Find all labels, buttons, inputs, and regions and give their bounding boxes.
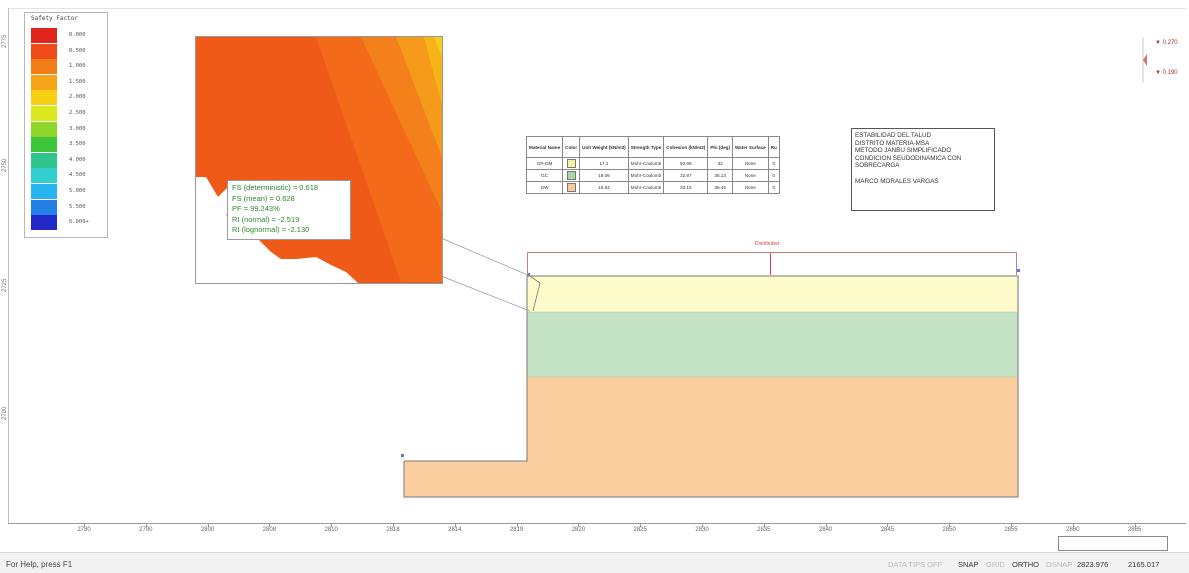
table-header: Color [562, 136, 581, 158]
vertex-marker [1017, 269, 1020, 272]
seismic-load-widget: ▼ 0.270 ▼ 0.190 [1139, 36, 1185, 86]
status-help-text: For Help, press F1 [6, 560, 73, 569]
scale-top-value: 0.270 [1162, 40, 1178, 46]
fs-result-line: FS (mean) = 0.628 [232, 193, 295, 203]
table-cell-strength: Mohr-Coulomb [627, 181, 665, 194]
info-line: SOBRECARGA [855, 162, 900, 170]
table-cell-unit-weight: 19.64 [579, 181, 629, 194]
status-item-2823-976[interactable]: 2823.976 [1077, 560, 1108, 569]
material-swatch [566, 183, 576, 192]
table-header: Ru [767, 136, 780, 158]
zoom-connector-top [440, 237, 531, 277]
table-header: Phi (deg) [707, 136, 733, 158]
scale-bottom-value: 0.190 [1162, 70, 1178, 76]
material-color-cell [562, 181, 581, 194]
materials-table: Material Name Color Unit Weight (kN/m3) Str… [525, 136, 780, 194]
table-cell-strength: Mohr-Coulomb [627, 157, 665, 170]
safety-factor-contour-inset[interactable] [195, 36, 443, 284]
table-cell-phi: 36.45 [707, 181, 733, 194]
table-cell-cohesion: 50.99 [663, 157, 709, 170]
table-cell-ru: 0 [767, 157, 780, 170]
status-item-snap[interactable]: SNAP [958, 560, 978, 569]
table-row: GC 19.06 Mohr-Coulomb 32.97 38.13 None 0 [525, 169, 780, 182]
table-cell-ru: 0 [767, 181, 780, 194]
material-color-cell [562, 169, 581, 182]
distributed-load[interactable] [527, 252, 1017, 275]
table-cell-name: GP-GM [525, 157, 564, 170]
table-cell-strength: Mohr-Coulomb [627, 169, 665, 182]
load-label: Distributed [755, 241, 779, 247]
info-line: DISTRITO MATERIA-MSA [855, 139, 930, 147]
model-canvas[interactable]: 2780 2790 2800 2808 2810 2818 2814 2819 2820 2825… [0, 0, 1189, 551]
vertex-marker [401, 454, 404, 457]
info-line: METODO JANBU SIMPLIFICADO [855, 147, 952, 155]
table-cell-water: None [731, 157, 769, 170]
table-header: Material Name [525, 136, 564, 158]
material-swatch [566, 159, 576, 168]
fs-result-line: RI (normal) = -2.519 [232, 214, 300, 224]
table-cell-phi: 32 [707, 157, 733, 170]
status-item-ortho[interactable]: ORTHO [1012, 560, 1039, 569]
table-cell-name: GW [525, 181, 564, 194]
material-swatch [566, 171, 576, 180]
fs-result-line: RI (lognormal) = -2.130 [232, 225, 310, 234]
table-cell-unit-weight: 17.1 [579, 157, 629, 170]
layer-gc [527, 312, 1018, 377]
info-line: ESTABILIDAD DEL TALUD [855, 132, 932, 139]
table-cell-cohesion: 30.15 [663, 181, 709, 194]
project-info-box: ESTABILIDAD DEL TALUD DISTRITO MATERIA-MS… [851, 128, 995, 211]
table-cell-ru: 0 [767, 169, 780, 182]
fs-result-line: FS (deterministic) = 0.618 [232, 183, 319, 192]
table-header: Water Surface [731, 136, 769, 158]
info-line: MARCO MORALES VARGAS [855, 177, 939, 185]
material-color-cell [562, 157, 581, 170]
table-cell-cohesion: 32.97 [663, 169, 709, 182]
status-bar: For Help, press F1 DATA TIPS OFF SNAP GRID… [0, 552, 1189, 573]
table-cell-unit-weight: 19.06 [579, 169, 629, 182]
layer-gw [404, 377, 1018, 497]
load-arrow [770, 253, 771, 275]
layer-gp-gm [527, 276, 1018, 312]
info-line [855, 170, 991, 178]
status-item-2165-017[interactable]: 2165.017 [1128, 560, 1159, 569]
table-row: GW 19.64 Mohr-Coulomb 30.15 36.45 None 0 [525, 181, 780, 194]
zoom-connector-bottom [440, 275, 531, 312]
table-cell-phi: 38.13 [707, 169, 733, 182]
status-item-osnap[interactable]: OSNAP [1046, 560, 1072, 569]
table-header: Cohesion (kN/m2) [663, 136, 709, 158]
status-item-grid[interactable]: GRID [986, 560, 1005, 569]
status-item-data-tips-off[interactable]: DATA TIPS OFF [888, 560, 942, 569]
info-line: CONDICION SEUDODINAMICA CON [855, 154, 962, 162]
fs-result-line: PF = 99.243% [232, 204, 280, 213]
table-header: Unit Weight (kN/m3) [579, 136, 629, 158]
contour-plot [196, 37, 442, 283]
table-cell-water: None [731, 181, 769, 194]
table-cell-water: None [731, 169, 769, 182]
command-input[interactable] [1058, 536, 1168, 551]
factor-of-safety-box: FS (deterministic) = 0.618 FS (mean) = 0.… [227, 180, 351, 240]
table-row: GP-GM 17.1 Mohr-Coulomb 50.99 32 None 0 [525, 157, 780, 170]
table-header: Strength Type [627, 136, 665, 158]
table-cell-name: GC [525, 169, 564, 182]
